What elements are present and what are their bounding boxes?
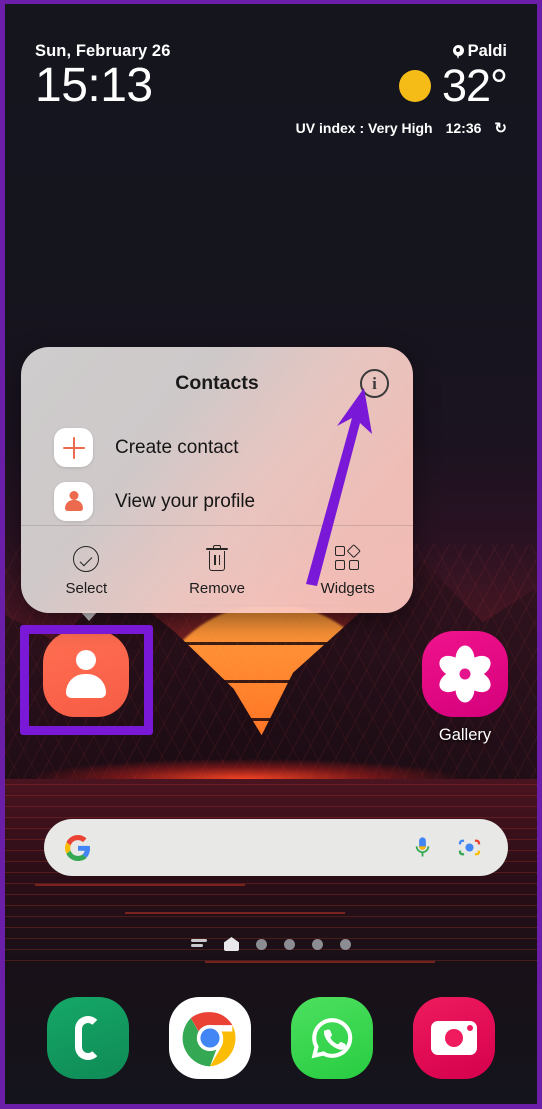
microphone-icon[interactable] [409,834,436,861]
popup-item-label: Create contact [115,436,239,458]
google-g-icon [65,834,90,861]
weather-widget[interactable]: Sun, February 26 Paldi 15:13 32° UV inde… [5,42,537,137]
app-label-gallery: Gallery [438,726,492,744]
popup-item-view-profile[interactable]: View your profile [54,482,255,521]
popup-action-label: Remove [189,579,245,597]
wallpaper-streak [125,912,345,914]
home-page-icon[interactable] [224,937,239,951]
widgets-icon [282,542,413,576]
check-circle-icon [21,542,152,576]
app-context-popup[interactable]: Contacts i Create contact View your prof… [21,347,413,613]
page-dot[interactable] [312,938,323,950]
popup-action-label: Widgets [320,579,375,597]
page-dot[interactable] [340,938,351,950]
phone-screen: Sun, February 26 Paldi 15:13 32° UV inde… [5,4,537,1104]
camera-app-icon[interactable] [413,997,495,1079]
gallery-app-icon[interactable] [422,631,508,717]
widget-updated-time: 12:36 [445,119,482,136]
chrome-app-icon[interactable] [169,997,251,1079]
wallpaper-streak [205,961,435,963]
person-icon [54,482,93,521]
annotation-highlight-box [20,625,153,735]
popup-action-select[interactable]: Select [21,542,152,597]
widget-location: Paldi [452,42,507,61]
location-pin-icon [452,44,464,59]
whatsapp-app-icon[interactable] [291,997,373,1079]
list-lines-icon[interactable] [191,938,207,950]
widget-location-label: Paldi [467,42,507,60]
widget-temperature: 32° [441,59,508,111]
info-icon[interactable]: i [360,369,389,398]
plus-icon [54,428,93,467]
page-indicator[interactable] [5,937,537,951]
popup-action-row: Select Remove Widgets [21,525,413,613]
phone-frame: Sun, February 26 Paldi 15:13 32° UV inde… [0,0,542,1109]
wallpaper-streak [35,884,245,886]
trash-icon [152,542,283,576]
google-search-bar[interactable] [44,819,508,876]
page-dot[interactable] [256,938,267,950]
popup-action-remove[interactable]: Remove [152,542,283,597]
popup-item-create-contact[interactable]: Create contact [54,428,239,467]
popup-item-label: View your profile [115,490,256,512]
app-gallery[interactable]: Gallery [405,631,525,745]
popup-action-label: Select [65,579,108,597]
google-lens-icon[interactable] [456,834,483,861]
flower-glyph [435,645,495,703]
widget-uv-index: UV index : Very High [295,119,433,136]
page-dot[interactable] [284,938,295,950]
phone-app-icon[interactable] [47,997,129,1079]
refresh-icon[interactable]: ↻ [494,119,507,137]
widget-clock: 15:13 [35,59,153,112]
dock [5,997,537,1079]
sun-icon [398,69,431,102]
popup-title: Contacts [175,372,259,394]
popup-action-widgets[interactable]: Widgets [282,542,413,597]
